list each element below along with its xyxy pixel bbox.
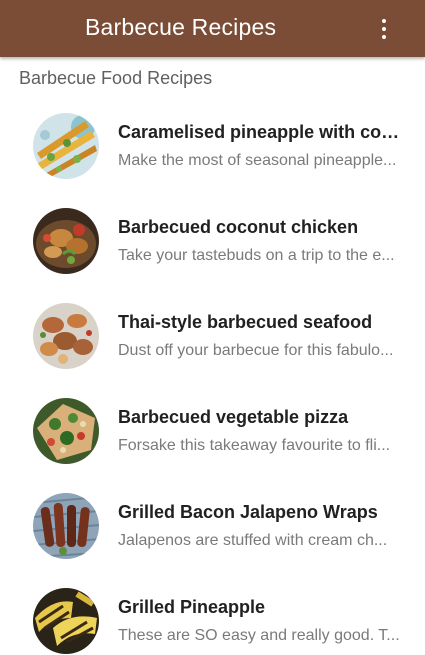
recipe-list-item[interactable]: Caramelised pineapple with coc... Make t… (0, 100, 425, 195)
recipe-title: Grilled Bacon Jalapeno Wraps (118, 502, 378, 522)
recipe-title: Caramelised pineapple with coc... (118, 122, 405, 142)
menu-dot (382, 27, 386, 31)
pineapple-skewers-photo (33, 113, 99, 179)
menu-dot (382, 35, 386, 39)
recipe-description: Dust off your barbecue for this fabulo..… (118, 342, 394, 359)
recipe-title: Barbecued vegetable pizza (118, 407, 349, 427)
recipe-list-item[interactable]: Grilled Pineapple These are SO easy and … (0, 575, 425, 655)
bacon-jalapeno-wraps-photo (33, 493, 99, 559)
grilled-pineapple-photo (33, 588, 99, 654)
menu-dot (382, 19, 386, 23)
recipe-description: Jalapenos are stuffed with cream ch... (118, 532, 388, 549)
recipe-description: These are SO easy and really good. T... (118, 627, 400, 644)
recipe-list: Caramelised pineapple with coc... Make t… (0, 100, 425, 655)
recipe-title: Grilled Pineapple (118, 597, 266, 617)
app-screen: Barbecue Recipes Barbecue Food Recipes C… (0, 0, 425, 655)
recipe-list-item[interactable]: Grilled Bacon Jalapeno Wraps Jalapenos a… (0, 480, 425, 575)
recipe-description: Forsake this takeaway favourite to fli..… (118, 437, 391, 454)
recipe-title: Thai-style barbecued seafood (118, 312, 373, 332)
recipe-title: Barbecued coconut chicken (118, 217, 359, 237)
recipe-list-item[interactable]: Barbecued coconut chicken Take your tast… (0, 195, 425, 290)
more-vert-icon[interactable] (370, 14, 398, 44)
grilled-seafood-photo (33, 303, 99, 369)
vegetable-pizza-photo (33, 398, 99, 464)
coconut-chicken-photo (33, 208, 99, 274)
recipe-list-item[interactable]: Barbecued vegetable pizza Forsake this t… (0, 385, 425, 480)
recipe-description: Take your tastebuds on a trip to the e..… (118, 247, 395, 264)
recipe-list-item[interactable]: Thai-style barbecued seafood Dust off yo… (0, 290, 425, 385)
app-bar: Barbecue Recipes (0, 0, 425, 57)
app-title: Barbecue Recipes (85, 14, 277, 40)
section-header: Barbecue Food Recipes (19, 68, 213, 88)
recipe-description: Make the most of seasonal pineapple... (118, 152, 397, 169)
